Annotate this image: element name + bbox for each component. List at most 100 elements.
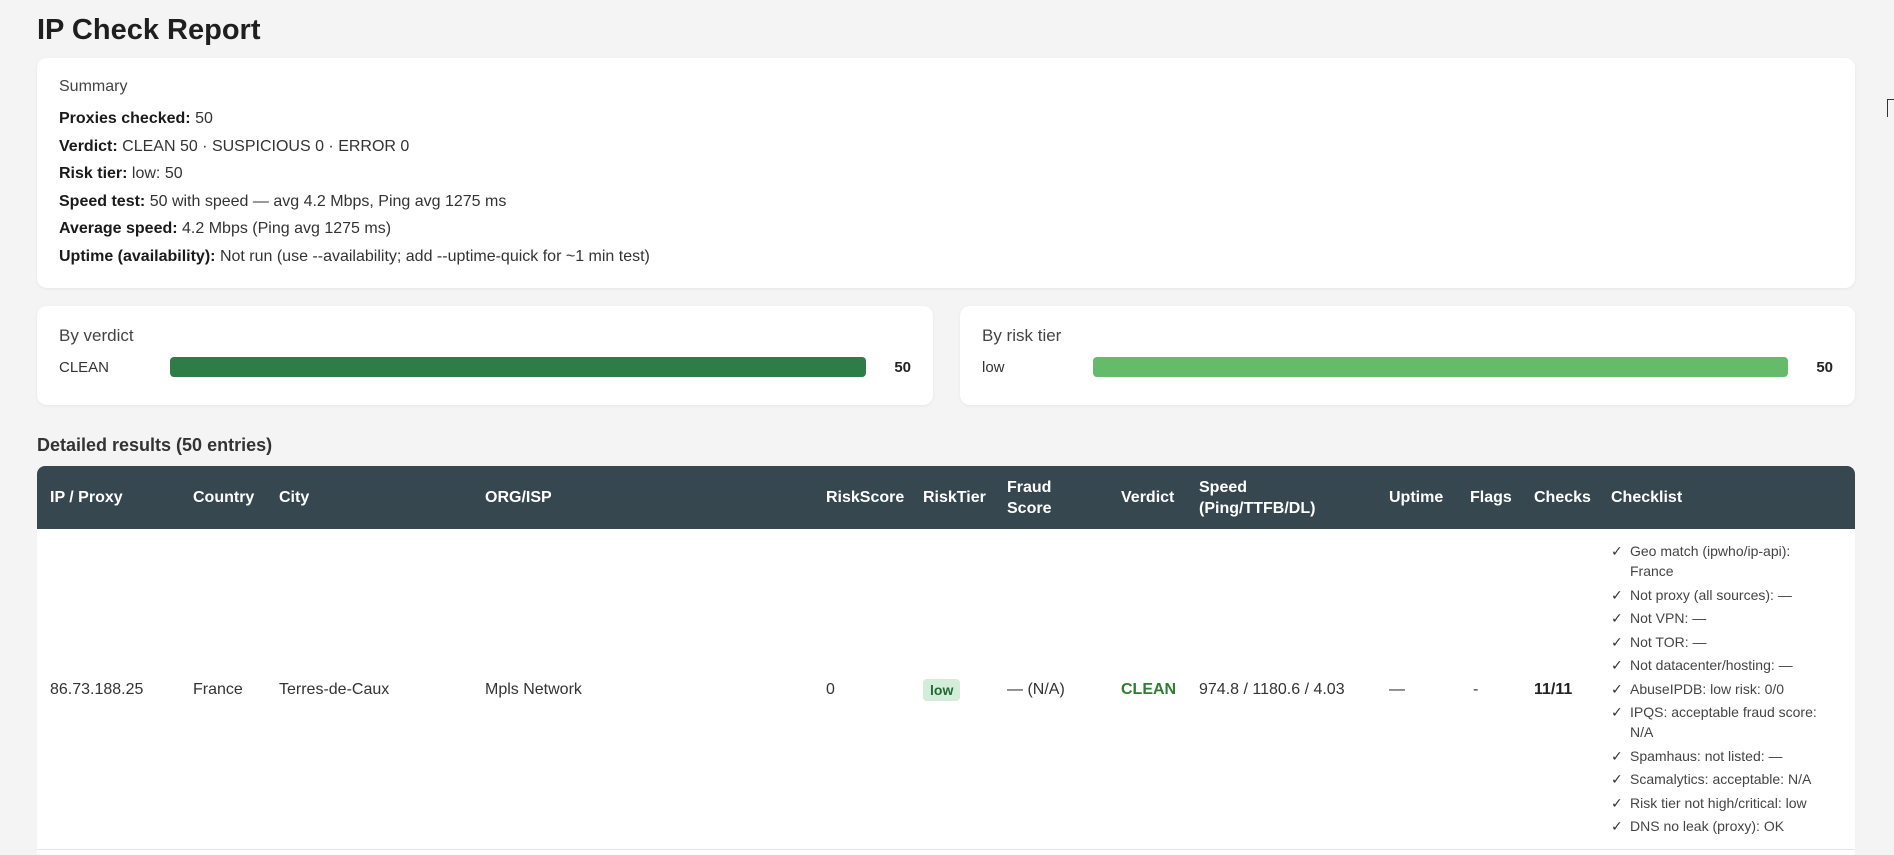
risk-tier-badge: low	[923, 678, 961, 701]
check-mark-icon: ✓	[1611, 704, 1623, 720]
col-header-checks[interactable]: Checks	[1534, 466, 1591, 529]
checklist-item: ✓ Scamalytics: acceptable: N/A	[1611, 769, 1831, 789]
summary-line-label: Average speed:	[59, 220, 178, 237]
detailed-results-heading: Detailed results (50 entries)	[37, 435, 273, 455]
check-mark-icon: ✓	[1611, 680, 1623, 697]
summary-heading: Summary	[59, 78, 128, 95]
col-header-flags[interactable]: Flags	[1470, 466, 1512, 529]
summary-line: Proxies checked: 50	[59, 105, 1833, 133]
checklist-item: ✓ DNS no leak (proxy): OK	[1611, 816, 1831, 836]
table-row: 86.73.188.25 France Terres-de-Caux Mpls …	[37, 529, 1855, 850]
checklist-item-text: IPQS: acceptable fraud score: N/A	[1630, 704, 1817, 740]
checklist-item: ✓ Not TOR: —	[1611, 632, 1831, 652]
check-mark-icon: ✓	[1611, 586, 1623, 603]
verdict-bar-row: CLEAN 50	[59, 356, 911, 378]
table-header: IP / Proxy Country City ORG/ISP RiskScor…	[37, 466, 1855, 529]
verdict-bar-count: 50	[894, 358, 911, 376]
verdict-bar-fill	[170, 357, 866, 377]
risk-bar-track	[1093, 357, 1788, 377]
col-header-risk-tier[interactable]: RiskTier	[923, 466, 986, 529]
checklist-item: ✓ Geo match (ipwho/ip-api): France	[1611, 541, 1831, 581]
col-header-city[interactable]: City	[279, 466, 309, 529]
summary-line-value: CLEAN 50 · SUSPICIOUS 0 · ERROR 0	[122, 137, 410, 155]
summary-card: Summary Proxies checked: 50 Verdict: CLEA…	[37, 58, 1855, 288]
summary-line: Uptime (availability): Not run (use --av…	[59, 243, 1833, 271]
checklist-item-text: Scamalytics: acceptable: N/A	[1630, 771, 1812, 787]
cell-city: Terres-de-Caux	[279, 680, 390, 698]
col-header-fraud-score[interactable]: Fraud Score	[1007, 466, 1077, 529]
summary-line-label: Proxies checked:	[59, 110, 191, 127]
cell-flags: -	[1473, 680, 1479, 698]
cell-risk-tier: low	[923, 529, 961, 850]
checklist-item: ✓ Risk tier not high/critical: low	[1611, 793, 1831, 813]
col-header-org[interactable]: ORG/ISP	[485, 466, 552, 529]
summary-line-label: Verdict:	[59, 137, 118, 155]
checklist-item: ✓ Not datacenter/hosting: —	[1611, 655, 1831, 675]
cell-fraud-score: — (N/A)	[1007, 680, 1065, 698]
risk-bar-count: 50	[1816, 358, 1833, 376]
summary-line-value: low: 50	[131, 165, 183, 182]
col-header-risk-score[interactable]: RiskScore	[826, 466, 904, 529]
checks-value: 11/11	[1534, 680, 1573, 698]
cell-verdict: CLEAN	[1121, 529, 1176, 850]
cell-org: Mpls Network	[485, 680, 582, 698]
summary-line-label: Uptime (availability):	[59, 247, 216, 265]
checklist-item-text: DNS no leak (proxy): OK	[1630, 818, 1785, 834]
col-header-checklist[interactable]: Checklist	[1611, 466, 1682, 529]
col-header-uptime[interactable]: Uptime	[1389, 466, 1443, 529]
summary-line: Speed test: 50 with speed — avg 4.2 Mbps…	[59, 188, 1833, 216]
verdict-status: CLEAN	[1121, 680, 1177, 698]
summary-line-label: Speed test:	[59, 192, 146, 210]
checklist-item: ✓ Spamhaus: not listed: —	[1611, 746, 1831, 766]
risk-bar-label: low	[982, 358, 1005, 376]
cell-ip: 86.73.188.25	[50, 680, 144, 698]
cell-uptime: —	[1389, 680, 1405, 698]
checklist-item-text: Not TOR: —	[1630, 633, 1707, 650]
checklist-item: ✓ IPQS: acceptable fraud score: N/A	[1611, 702, 1831, 742]
summary-line-value: 50 with speed — avg 4.2 Mbps, Ping avg 1…	[149, 192, 507, 210]
summary-line-value: Not run (use --availability; add --uptim…	[219, 247, 650, 265]
mouse-cursor-icon	[1887, 99, 1894, 117]
summary-lines: Proxies checked: 50 Verdict: CLEAN 50 · S…	[59, 105, 1833, 270]
results-table: IP / Proxy Country City ORG/ISP RiskScor…	[37, 466, 1855, 855]
col-header-speed[interactable]: Speed (Ping/TTFB/DL)	[1199, 466, 1334, 529]
cell-risk-score: 0	[826, 680, 835, 698]
check-mark-icon: ✓	[1611, 818, 1623, 834]
risk-bar-fill	[1093, 357, 1788, 377]
check-mark-icon: ✓	[1611, 771, 1623, 787]
page-title: IP Check Report	[37, 14, 261, 46]
summary-line: Risk tier: low: 50	[59, 160, 1833, 188]
cell-country: France	[193, 680, 243, 698]
col-header-ip[interactable]: IP / Proxy	[50, 466, 123, 529]
checklist-item-text: Geo match (ipwho/ip-api): France	[1630, 543, 1791, 579]
checklist-item-text: Not datacenter/hosting: —	[1630, 657, 1793, 673]
check-mark-icon: ✓	[1611, 543, 1623, 559]
checklist-item: ✓ Not proxy (all sources): —	[1611, 585, 1831, 605]
risk-bar-row: low 50	[982, 356, 1833, 378]
cell-checklist: ✓ Geo match (ipwho/ip-api): France ✓ Not pr…	[1611, 541, 1831, 840]
check-mark-icon: ✓	[1611, 794, 1623, 811]
col-header-verdict[interactable]: Verdict	[1121, 466, 1174, 529]
by-verdict-card: By verdict CLEAN 50	[37, 306, 933, 405]
checklist-item-text: Not VPN: —	[1630, 610, 1707, 626]
summary-line: Verdict: CLEAN 50 · SUSPICIOUS 0 · ERROR…	[59, 133, 1833, 161]
summary-line-value: 50	[195, 110, 213, 127]
checklist-item-text: AbuseIPDB: low risk: 0/0	[1630, 680, 1785, 697]
summary-line-label: Risk tier:	[59, 165, 128, 182]
verdict-bar-track	[170, 357, 866, 377]
check-mark-icon: ✓	[1611, 747, 1623, 764]
summary-line-value: 4.2 Mbps (Ping avg 1275 ms)	[182, 220, 392, 237]
col-header-country[interactable]: Country	[193, 466, 254, 529]
check-mark-icon: ✓	[1611, 633, 1623, 650]
cell-checks: 11/11	[1534, 529, 1572, 850]
checklist-item-text: Spamhaus: not listed: —	[1630, 747, 1783, 764]
check-mark-icon: ✓	[1611, 657, 1623, 673]
by-risk-tier-card: By risk tier low 50	[960, 306, 1855, 405]
cell-speed: 974.8 / 1180.6 / 4.03	[1199, 680, 1345, 698]
verdict-bar-label: CLEAN	[59, 358, 110, 376]
checklist-item: ✓ AbuseIPDB: low risk: 0/0	[1611, 679, 1831, 699]
by-risk-tier-title: By risk tier	[982, 326, 1062, 345]
check-mark-icon: ✓	[1611, 610, 1623, 626]
checklist-item-text: Not proxy (all sources): —	[1630, 586, 1792, 603]
checklist-item-text: Risk tier not high/critical: low	[1630, 794, 1807, 811]
